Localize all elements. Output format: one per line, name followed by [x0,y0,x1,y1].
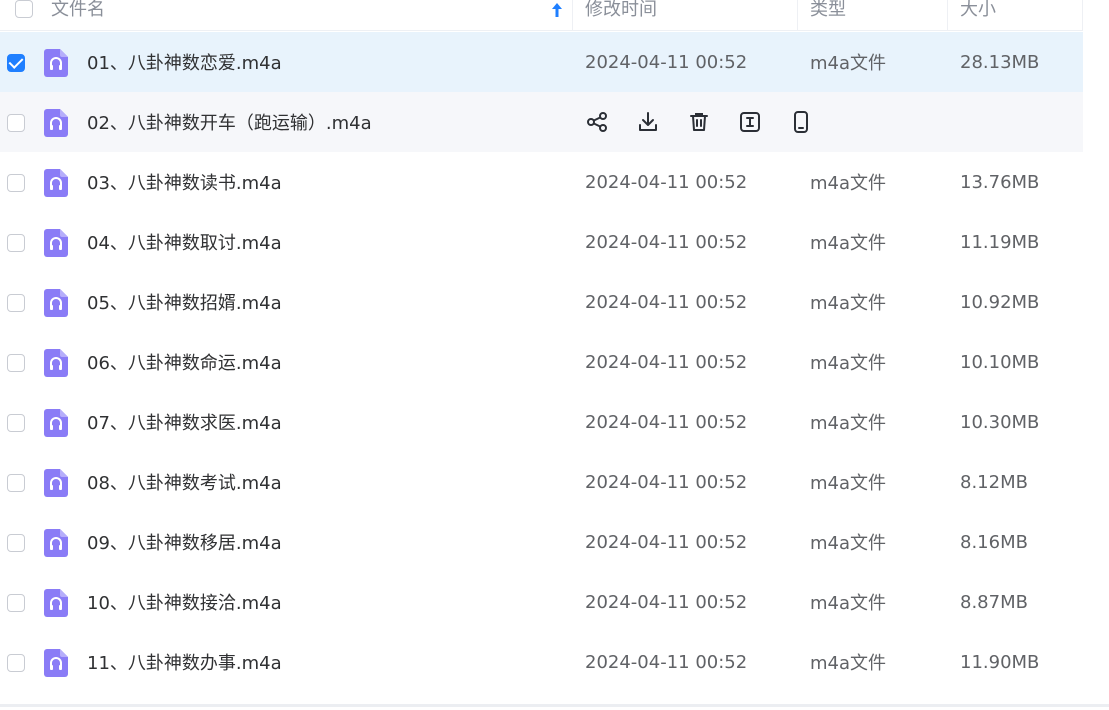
file-type: m4a文件 [810,53,887,74]
table-row[interactable]: 03、八卦神数读书.m4a 2024-04-11 00:52 m4a文件 13.… [0,152,1083,212]
column-divider[interactable] [572,0,573,30]
sort-arrow-icon[interactable] [551,0,563,30]
file-name[interactable]: 08、八卦神数考试.m4a [87,452,282,512]
file-size: 8.87MB [960,591,1028,613]
file-type: m4a文件 [810,293,887,314]
column-divider [1082,0,1083,30]
row-checkbox[interactable] [7,414,25,432]
file-size: 28.13MB [960,51,1040,73]
file-modified-time: 2024-04-11 00:52 [585,351,748,373]
file-size: 10.92MB [960,291,1040,313]
file-size: 8.16MB [960,531,1028,553]
row-checkbox[interactable] [7,54,25,72]
file-size: 8.12MB [960,471,1028,493]
table-row[interactable]: 10、八卦神数接洽.m4a 2024-04-11 00:52 m4a文件 8.8… [0,572,1083,632]
audio-file-icon [44,589,68,617]
table-row[interactable]: 06、八卦神数命运.m4a 2024-04-11 00:52 m4a文件 10.… [0,332,1083,392]
audio-file-icon [44,229,68,257]
row-checkbox[interactable] [7,114,25,132]
file-type: m4a文件 [810,173,887,194]
delete-icon[interactable] [687,110,711,134]
file-name[interactable]: 07、八卦神数求医.m4a [87,392,282,452]
file-name[interactable]: 06、八卦神数命运.m4a [87,332,282,392]
file-name[interactable]: 03、八卦神数读书.m4a [87,152,282,212]
audio-file-icon [44,469,68,497]
file-modified-time: 2024-04-11 00:52 [585,591,748,613]
audio-file-icon [44,289,68,317]
table-row[interactable]: 07、八卦神数求医.m4a 2024-04-11 00:52 m4a文件 10.… [0,392,1083,452]
select-all-checkbox[interactable] [15,0,33,18]
file-modified-time: 2024-04-11 00:52 [585,231,748,253]
file-type: m4a文件 [810,533,887,554]
file-modified-time: 2024-04-11 00:52 [585,411,748,433]
audio-file-icon [44,349,68,377]
file-name[interactable]: 01、八卦神数恋爱.m4a [87,32,282,92]
file-size: 11.90MB [960,651,1040,673]
table-header: 文件名 修改时间 类型 大小 [0,0,1083,31]
column-header-modified-label: 修改时间 [585,0,657,20]
row-hover-actions [585,92,840,152]
download-icon[interactable] [636,110,660,134]
column-header-size[interactable]: 大小 [960,0,996,30]
row-checkbox[interactable] [7,654,25,672]
column-header-modified[interactable]: 修改时间 [585,0,657,30]
file-modified-time: 2024-04-11 00:52 [585,471,748,493]
file-name[interactable]: 11、八卦神数办事.m4a [87,632,282,692]
file-size: 10.10MB [960,351,1040,373]
row-checkbox[interactable] [7,354,25,372]
file-name[interactable]: 02、八卦神数开车（跑运输）.m4a [87,92,372,152]
file-type: m4a文件 [810,353,887,374]
audio-file-icon [44,529,68,557]
row-checkbox[interactable] [7,294,25,312]
column-divider[interactable] [947,0,948,30]
file-list: 文件名 修改时间 类型 大小 01、八卦神数恋爱.m4a 2024-04-11 … [0,0,1109,710]
column-header-name[interactable]: 文件名 [51,0,105,30]
table-row[interactable]: 05、八卦神数招婿.m4a 2024-04-11 00:52 m4a文件 10.… [0,272,1083,332]
audio-file-icon [44,409,68,437]
audio-file-icon [44,109,68,137]
file-modified-time: 2024-04-11 00:52 [585,171,748,193]
file-name[interactable]: 05、八卦神数招婿.m4a [87,272,282,332]
table-row[interactable]: 09、八卦神数移居.m4a 2024-04-11 00:52 m4a文件 8.1… [0,512,1083,572]
file-size: 10.30MB [960,411,1040,433]
file-size: 11.19MB [960,231,1040,253]
file-size: 13.76MB [960,171,1040,193]
table-row[interactable]: 04、八卦神数取讨.m4a 2024-04-11 00:52 m4a文件 11.… [0,212,1083,272]
row-checkbox[interactable] [7,234,25,252]
audio-file-icon [44,649,68,677]
file-type: m4a文件 [810,233,887,254]
column-divider[interactable] [797,0,798,30]
row-checkbox[interactable] [7,474,25,492]
share-icon[interactable] [585,110,609,134]
column-header-type-label: 类型 [810,0,846,20]
file-type: m4a文件 [810,473,887,494]
table-row[interactable]: 02、八卦神数开车（跑运输）.m4a [0,92,1083,152]
row-checkbox[interactable] [7,534,25,552]
file-modified-time: 2024-04-11 00:52 [585,291,748,313]
column-header-type[interactable]: 类型 [810,0,846,30]
rename-icon[interactable] [738,110,762,134]
file-modified-time: 2024-04-11 00:52 [585,531,748,553]
file-name[interactable]: 10、八卦神数接洽.m4a [87,572,282,632]
audio-file-icon [44,49,68,77]
file-type: m4a文件 [810,413,887,434]
file-modified-time: 2024-04-11 00:52 [585,651,748,673]
table-row[interactable]: 01、八卦神数恋爱.m4a 2024-04-11 00:52 m4a文件 28.… [0,32,1083,92]
row-checkbox[interactable] [7,174,25,192]
table-bottom-border [0,704,1109,707]
audio-file-icon [44,169,68,197]
file-name[interactable]: 09、八卦神数移居.m4a [87,512,282,572]
table-row[interactable]: 08、八卦神数考试.m4a 2024-04-11 00:52 m4a文件 8.1… [0,452,1083,512]
row-checkbox[interactable] [7,594,25,612]
phone-icon[interactable] [789,110,813,134]
column-header-size-label: 大小 [960,0,996,20]
file-modified-time: 2024-04-11 00:52 [585,51,748,73]
table-row[interactable]: 11、八卦神数办事.m4a 2024-04-11 00:52 m4a文件 11.… [0,632,1083,692]
file-type: m4a文件 [810,653,887,674]
file-type: m4a文件 [810,593,887,614]
file-name[interactable]: 04、八卦神数取讨.m4a [87,212,282,272]
column-header-name-label: 文件名 [51,0,105,20]
